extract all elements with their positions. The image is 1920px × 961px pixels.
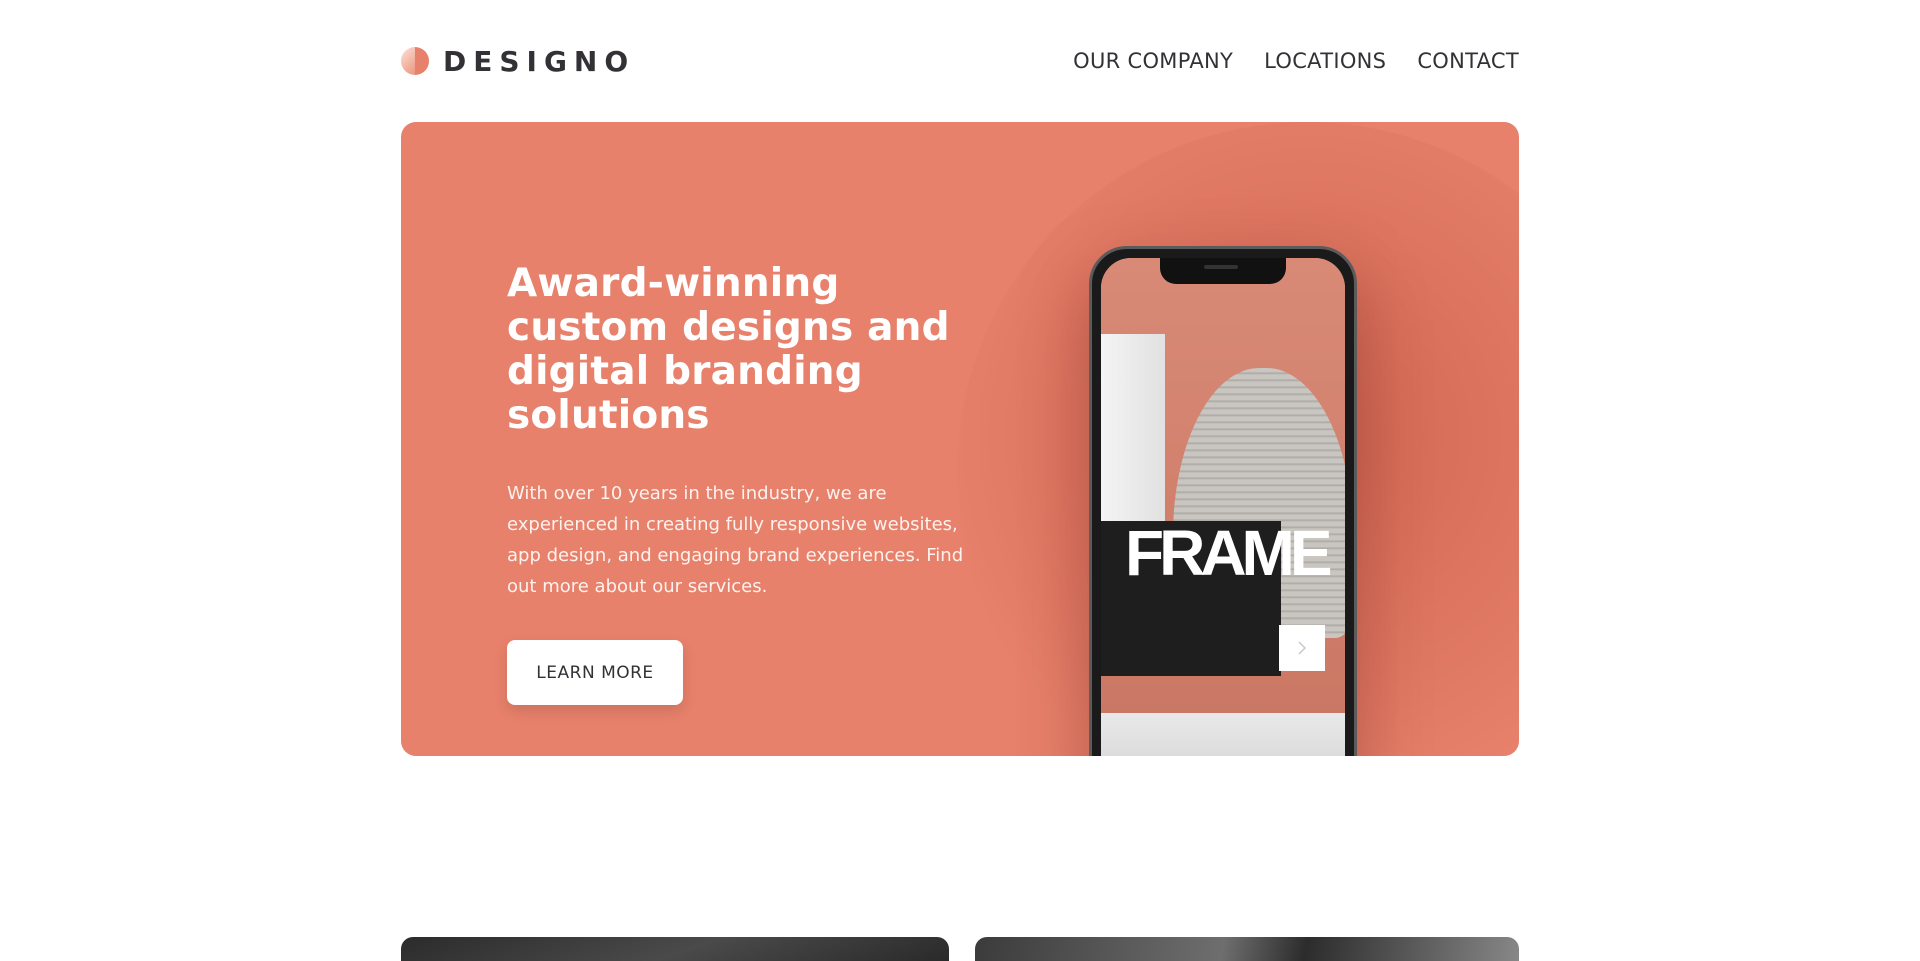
hero-title: Award-winning custom designs and digital… (507, 261, 950, 438)
phone-mockup: FRAME (1089, 246, 1357, 756)
phone-notch (1160, 258, 1286, 284)
nav-link-locations[interactable]: LOCATIONS (1264, 49, 1386, 73)
page: DESIGNO OUR COMPANY LOCATIONS CONTACT Aw… (0, 0, 1920, 961)
hero-section: Award-winning custom designs and digital… (401, 122, 1519, 756)
screen-floor (1101, 713, 1345, 756)
hero-text-block: Award-winning custom designs and digital… (507, 262, 977, 705)
nav-link-contact[interactable]: CONTACT (1417, 49, 1519, 73)
phone-screen: FRAME (1101, 258, 1345, 756)
learn-more-button[interactable]: LEARN MORE (507, 640, 683, 705)
project-card-app-design[interactable] (975, 937, 1519, 961)
project-card-web-design[interactable] (401, 937, 949, 961)
site-header: DESIGNO OUR COMPANY LOCATIONS CONTACT (401, 40, 1519, 82)
chevron-right-icon (1298, 641, 1307, 655)
main-nav: OUR COMPANY LOCATIONS CONTACT (1073, 49, 1519, 73)
designo-logo-icon (401, 47, 429, 75)
screen-frame-text: FRAME (1125, 517, 1333, 589)
nav-link-our-company[interactable]: OUR COMPANY (1073, 49, 1233, 73)
hero-description: With over 10 years in the industry, we a… (507, 483, 964, 597)
logo-text: DESIGNO (443, 44, 636, 78)
screen-next-button[interactable] (1279, 625, 1325, 671)
logo-link[interactable]: DESIGNO (401, 45, 635, 78)
